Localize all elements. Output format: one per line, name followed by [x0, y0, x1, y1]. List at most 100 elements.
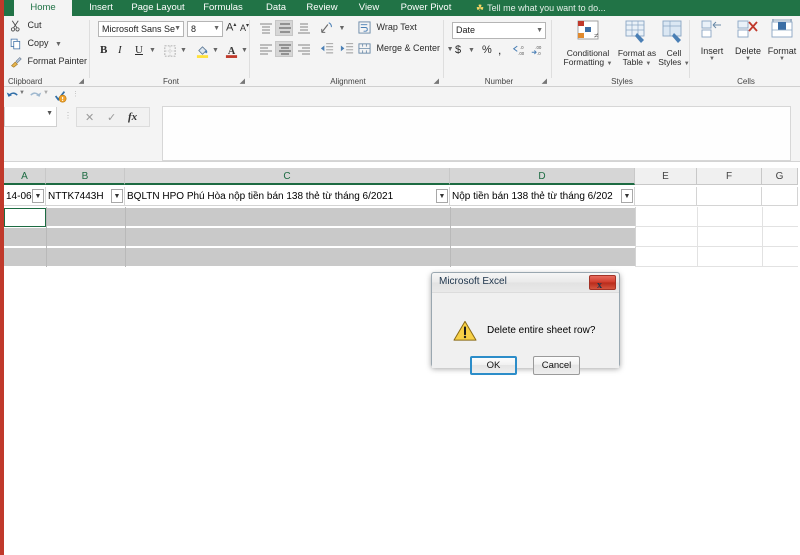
cell-e1[interactable] [635, 187, 697, 206]
copy-button[interactable]: Copy ▼ [10, 38, 62, 50]
ok-button[interactable]: OK [470, 356, 517, 375]
grid-vline-bc [125, 207, 126, 267]
decrease-indent-button[interactable] [320, 42, 334, 55]
spreadsheet-grid: A B C D E F G 14-06- ▼ NTTK7443H ▼ BQLTN… [0, 162, 800, 555]
column-header-d[interactable]: D [450, 168, 635, 185]
tab-home[interactable]: Home [14, 0, 72, 16]
active-cell-a2[interactable] [4, 208, 46, 227]
font-dialog-launcher[interactable]: ◢ [240, 77, 245, 85]
fill-color-button[interactable] [196, 44, 209, 58]
font-color-dropdown[interactable]: ▼ [241, 47, 248, 54]
delete-cells-button[interactable]: Delete ▼ [731, 19, 765, 62]
font-name-combo[interactable]: Microsoft Sans Se ▼ [98, 21, 184, 37]
insert-function-icon[interactable]: fx [128, 111, 137, 123]
close-icon[interactable]: x [589, 275, 616, 291]
cell-d1-value: Nộp tiền bán 138 thẻ từ tháng 6/202 [452, 191, 613, 202]
selected-row-1[interactable] [4, 207, 635, 227]
increase-decimal-button[interactable]: .0 .00 [512, 44, 526, 57]
filter-dropdown-a[interactable]: ▼ [32, 189, 44, 203]
dialog-message: Delete entire sheet row? [487, 325, 596, 336]
tab-page-layout-label: Page Layout [131, 2, 185, 13]
italic-button[interactable]: I [118, 44, 122, 56]
align-middle-icon [279, 23, 291, 33]
cell-g1[interactable] [762, 187, 798, 206]
number-format-combo[interactable]: Date ▼ [452, 22, 546, 39]
cancel-icon[interactable]: ✕ [85, 111, 94, 124]
fill-color-dropdown[interactable]: ▼ [212, 47, 219, 54]
delete-cells-icon [737, 20, 758, 38]
format-as-table-button[interactable]: Format as Table ▼ [616, 20, 658, 69]
increase-indent-button[interactable] [340, 42, 354, 55]
decrease-decimal-button[interactable]: .00 .0 [530, 44, 544, 57]
tab-review[interactable]: Review [298, 0, 346, 16]
column-header-c[interactable]: C [125, 168, 450, 185]
align-bottom-button[interactable] [294, 20, 312, 36]
align-middle-button[interactable] [275, 20, 293, 36]
align-top-button[interactable] [256, 20, 274, 36]
redo-dropdown[interactable]: ▼ [43, 90, 49, 96]
cell-d1[interactable]: Nộp tiền bán 138 thẻ từ tháng 6/202 [450, 187, 635, 206]
formula-input[interactable] [162, 106, 791, 161]
merge-center-button[interactable]: Merge & Center ▼ [358, 42, 454, 55]
orientation-button[interactable]: ▼ [320, 21, 345, 35]
tab-page-layout[interactable]: Page Layout [124, 0, 192, 16]
redo-icon[interactable] [29, 89, 43, 103]
cell-f1[interactable] [697, 187, 762, 206]
tab-insert[interactable]: Insert [78, 0, 124, 16]
insert-cells-button[interactable]: Insert ▼ [695, 19, 729, 62]
cell-c1[interactable]: BQLTN HPO Phú Hòa nộp tiền bán 138 thẻ t… [125, 187, 450, 206]
percent-button[interactable]: % [482, 44, 492, 56]
cell-styles-button[interactable]: Cell Styles ▼ [658, 20, 690, 69]
tab-data[interactable]: Data [256, 0, 296, 16]
undo-dropdown[interactable]: ▼ [19, 90, 25, 96]
wrap-text-button[interactable]: Wrap Text [358, 21, 417, 34]
cell-b1-value: NTTK7443H [48, 191, 104, 202]
column-header-a[interactable]: A [4, 168, 46, 185]
currency-dropdown[interactable]: ▼ [468, 47, 475, 54]
bold-button[interactable]: B [100, 44, 107, 56]
number-dialog-launcher[interactable]: ◢ [542, 77, 547, 85]
clipboard-dialog-launcher[interactable]: ◢ [79, 77, 84, 85]
cut-button[interactable]: Cut [10, 20, 42, 32]
column-header-e[interactable]: E [635, 168, 697, 185]
format-painter-button[interactable]: Format Painter [10, 56, 87, 68]
align-right-button[interactable] [294, 41, 312, 57]
selected-row-3[interactable] [4, 247, 635, 267]
customize-qat-icon[interactable]: ⋮ [72, 90, 79, 98]
conditional-formatting-button[interactable]: ≠ Conditional Formatting ▼ [562, 20, 614, 69]
filter-dropdown-c[interactable]: ▼ [436, 189, 448, 203]
font-color-button[interactable]: A [225, 44, 238, 58]
cancel-button[interactable]: Cancel [533, 356, 580, 375]
underline-button[interactable]: U [135, 44, 143, 56]
grow-font-button[interactable]: A▴ [226, 21, 236, 34]
merge-center-label: Merge & Center [376, 42, 441, 53]
align-left-button[interactable] [256, 41, 274, 57]
shrink-font-button[interactable]: A▾ [240, 22, 249, 33]
name-box[interactable]: ▼ [4, 107, 57, 127]
tab-view[interactable]: View [350, 0, 388, 16]
borders-dropdown[interactable]: ▼ [180, 47, 187, 54]
alignment-dialog-launcher[interactable]: ◢ [434, 77, 439, 85]
tab-power-pivot[interactable]: Power Pivot [392, 0, 460, 16]
underline-dropdown[interactable]: ▼ [149, 47, 156, 54]
selected-row-2[interactable] [4, 227, 635, 247]
tell-me-search[interactable]: ☘ Tell me what you want to do... [476, 0, 606, 16]
filter-dropdown-d[interactable]: ▼ [621, 189, 633, 203]
borders-button[interactable] [164, 45, 176, 57]
format-cells-button[interactable]: Format ▼ [765, 19, 799, 62]
filter-applied-b[interactable]: ▼ [111, 189, 123, 203]
column-header-f[interactable]: F [697, 168, 762, 185]
align-center-button[interactable] [275, 41, 293, 57]
font-size-combo[interactable]: 8 ▼ [187, 21, 223, 37]
formula-bar-grip[interactable]: ⋮ [64, 111, 72, 120]
currency-button[interactable]: $ [455, 44, 461, 56]
column-header-b[interactable]: B [46, 168, 125, 185]
undo-icon[interactable] [5, 89, 19, 103]
ribbon-tab-strip: Home Insert Page Layout Formulas Data Re… [0, 0, 800, 16]
tab-insert-label: Insert [89, 2, 113, 13]
comma-button[interactable]: , [498, 43, 501, 57]
enter-icon[interactable]: ✓ [107, 111, 116, 124]
spell-check-icon[interactable] [53, 89, 67, 103]
tab-formulas[interactable]: Formulas [194, 0, 252, 16]
column-header-g[interactable]: G [762, 168, 798, 185]
